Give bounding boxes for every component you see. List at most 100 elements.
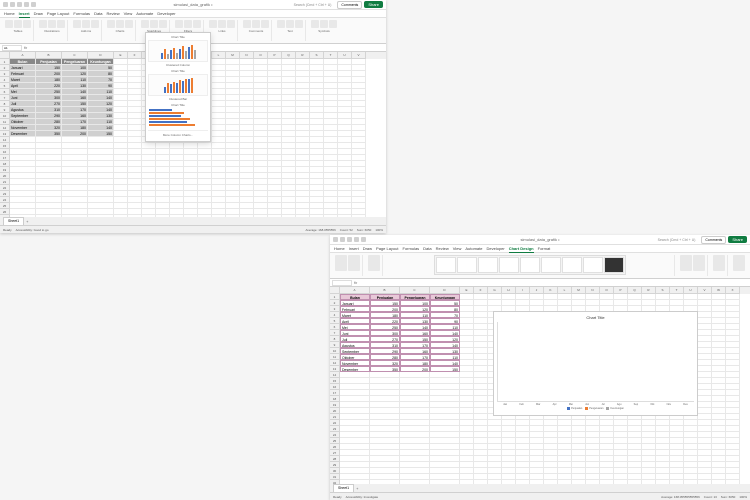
more-charts-link[interactable]: More Column Charts... <box>148 130 208 137</box>
col-head[interactable]: R <box>296 52 310 59</box>
tab-view[interactable]: View <box>453 245 462 252</box>
home-icon[interactable] <box>340 237 345 242</box>
fx-icon[interactable]: fx <box>354 280 357 285</box>
rbtn[interactable] <box>23 20 31 28</box>
sheet-tab[interactable]: Sheet1 <box>333 484 354 492</box>
rbtn[interactable] <box>5 20 13 28</box>
save-icon[interactable] <box>347 237 352 242</box>
name-box[interactable]: A1 <box>2 45 22 51</box>
share-button[interactable]: Share <box>364 1 383 8</box>
style-8[interactable] <box>583 257 603 273</box>
tab-page-layout[interactable]: Page Layout <box>376 245 398 252</box>
col-head[interactable]: E <box>460 287 474 294</box>
rbtn[interactable] <box>311 20 319 28</box>
style-9[interactable] <box>604 257 624 273</box>
col-head[interactable]: M <box>572 287 586 294</box>
col-head[interactable]: D <box>88 52 114 59</box>
tab-automate[interactable]: Automate <box>465 245 482 252</box>
col-head[interactable]: U <box>684 287 698 294</box>
spreadsheet-grid[interactable]: Chart Title JanFebMarAprMeiJunJulAguSepO… <box>330 287 750 490</box>
clustered-column-preview[interactable] <box>148 40 208 62</box>
col-head[interactable]: R <box>642 287 656 294</box>
autosave-icon[interactable] <box>3 2 8 7</box>
rbtn[interactable] <box>57 20 65 28</box>
col-head[interactable]: B <box>36 52 62 59</box>
sheet-tab[interactable]: Sheet1 <box>3 217 24 225</box>
select-data-button[interactable] <box>693 255 705 271</box>
chart-title[interactable]: Chart Title <box>497 315 694 320</box>
col-head[interactable]: P <box>268 52 282 59</box>
col-head[interactable]: A <box>10 52 36 59</box>
col-head[interactable]: T <box>670 287 684 294</box>
tab-formulas[interactable]: Formulas <box>403 245 420 252</box>
embedded-chart[interactable]: Chart Title JanFebMarAprMeiJunJulAguSepO… <box>493 311 698 416</box>
rbtn[interactable] <box>73 20 81 28</box>
col-head[interactable]: E <box>114 52 128 59</box>
col-head[interactable]: U <box>338 52 352 59</box>
col-head[interactable]: T <box>324 52 338 59</box>
style-1[interactable] <box>436 257 456 273</box>
rbtn[interactable] <box>227 20 235 28</box>
tab-review[interactable]: Review <box>107 10 120 17</box>
clustered-column-preview-2[interactable] <box>148 74 208 96</box>
col-head[interactable]: H <box>502 287 516 294</box>
autosave-icon[interactable] <box>333 237 338 242</box>
col-head[interactable]: S <box>310 52 324 59</box>
col-head[interactable]: M <box>226 52 240 59</box>
chart-type-dropdown[interactable]: Chart Title Clustered Column Chart Title… <box>145 32 211 142</box>
col-head[interactable]: C <box>62 52 88 59</box>
rbtn[interactable] <box>277 20 285 28</box>
col-head[interactable]: X <box>726 287 740 294</box>
col-head[interactable]: O <box>254 52 268 59</box>
col-head[interactable]: L <box>558 287 572 294</box>
col-head[interactable]: C <box>400 287 430 294</box>
switch-rowcol-button[interactable] <box>680 255 692 271</box>
name-box[interactable] <box>332 280 352 286</box>
rbtn[interactable] <box>320 20 328 28</box>
col-head[interactable]: F <box>128 52 142 59</box>
rbtn[interactable] <box>14 20 22 28</box>
col-head[interactable]: W <box>712 287 726 294</box>
undo-icon[interactable] <box>354 237 359 242</box>
redo-icon[interactable] <box>361 237 366 242</box>
rbtn[interactable] <box>175 20 183 28</box>
style-6[interactable] <box>541 257 561 273</box>
tab-home[interactable]: Home <box>4 10 15 17</box>
tab-chart-design[interactable]: Chart Design <box>509 245 534 253</box>
col-head[interactable]: V <box>698 287 712 294</box>
tab-page-layout[interactable]: Page Layout <box>47 10 69 17</box>
col-head[interactable]: S <box>656 287 670 294</box>
col-head[interactable]: G <box>488 287 502 294</box>
change-type-button[interactable] <box>713 255 725 271</box>
tab-format[interactable]: Format <box>538 245 551 252</box>
col-head[interactable]: B <box>370 287 400 294</box>
rbtn[interactable] <box>295 20 303 28</box>
add-element-button[interactable] <box>335 255 347 271</box>
save-icon[interactable] <box>17 2 22 7</box>
col-head[interactable]: F <box>474 287 488 294</box>
undo-icon[interactable] <box>24 2 29 7</box>
col-head[interactable]: A <box>340 287 370 294</box>
comments-button[interactable]: Comments <box>701 236 726 244</box>
search-hint[interactable]: Search (Cmd + Ctrl + U) <box>658 238 696 242</box>
rbtn[interactable] <box>209 20 217 28</box>
rbtn[interactable] <box>184 20 192 28</box>
col-head[interactable]: K <box>544 287 558 294</box>
add-sheet-icon[interactable]: + <box>26 219 28 224</box>
col-head[interactable]: P <box>614 287 628 294</box>
change-colors-button[interactable] <box>368 255 380 271</box>
col-head[interactable]: L <box>212 52 226 59</box>
col-head[interactable]: J <box>530 287 544 294</box>
tab-developer[interactable]: Developer <box>157 10 175 17</box>
rbtn[interactable] <box>261 20 269 28</box>
col-head[interactable]: O <box>600 287 614 294</box>
style-7[interactable] <box>562 257 582 273</box>
rbtn[interactable] <box>252 20 260 28</box>
add-sheet-icon[interactable]: + <box>356 486 358 491</box>
tab-draw[interactable]: Draw <box>34 10 43 17</box>
search-hint[interactable]: Search (Cmd + Ctrl + U) <box>294 3 332 7</box>
rbtn[interactable] <box>91 20 99 28</box>
style-2[interactable] <box>457 257 477 273</box>
status-zoom[interactable]: 100% <box>739 495 747 499</box>
style-4[interactable] <box>499 257 519 273</box>
